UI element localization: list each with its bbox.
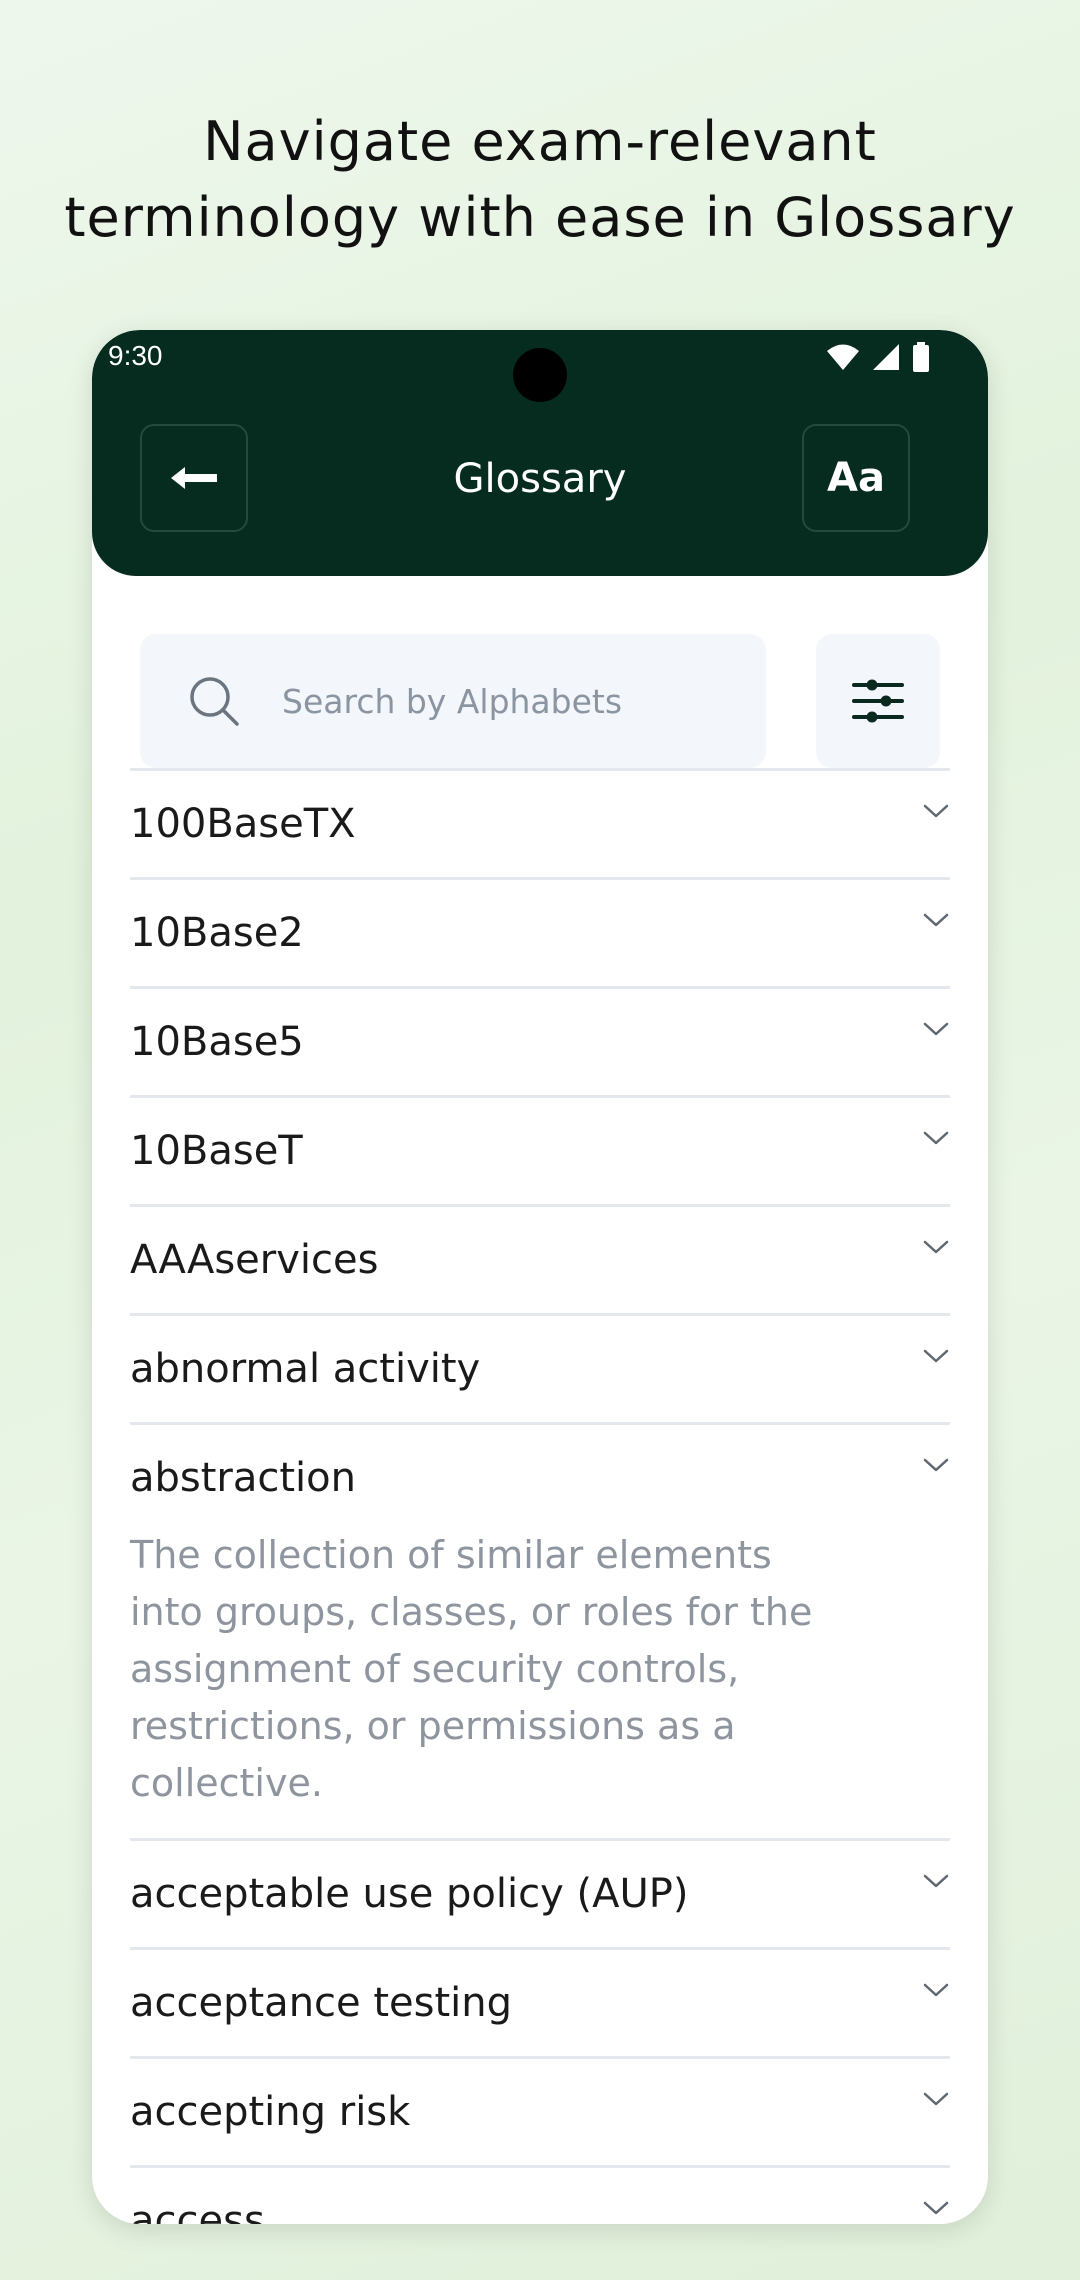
glossary-item-header[interactable]: abstraction [130,1425,950,1531]
chevron-down-icon[interactable] [922,1128,950,1148]
search-icon [190,677,239,726]
camera-cutout [513,348,567,402]
glossary-item-header[interactable]: acceptance testing [130,1950,950,2056]
glossary-definition: The collection of similar elements into … [130,1533,813,1805]
status-time: 9:30 [108,340,163,371]
app-bar: 9:30 Glossary Aa [92,330,988,576]
glossary-item-header[interactable]: 10Base2 [130,880,950,986]
chevron-down-icon[interactable] [922,910,950,930]
glossary-term: acceptable use policy (AUP) [130,1871,689,1917]
glossary-item-header[interactable]: 10Base5 [130,989,950,1095]
font-size-button[interactable]: Aa [802,424,910,532]
glossary-term: acceptance testing [130,1980,513,2026]
glossary-item[interactable]: 10BaseT [130,1098,950,1207]
headline: Navigate exam-relevant terminology with … [0,104,1080,256]
glossary-item[interactable]: abstraction The collection of similar ele… [130,1425,950,1841]
glossary-term: access [130,2198,265,2224]
chevron-down-icon[interactable] [922,1455,950,1475]
glossary-item[interactable]: 10Base2 [130,880,950,989]
headline-line-2: terminology with ease in Glossary [64,186,1016,249]
glossary-item[interactable]: acceptance testing [130,1950,950,2059]
glossary-item-header[interactable]: 10BaseT [130,1098,950,1204]
glossary-term: accepting risk [130,2089,411,2135]
glossary-term: 100BaseTX [130,801,356,847]
chevron-down-icon[interactable] [922,801,950,821]
signal-icon [873,344,899,370]
glossary-item-header[interactable]: 100BaseTX [130,771,950,877]
headline-line-1: Navigate exam-relevant [203,110,877,173]
glossary-item[interactable]: 10Base5 [130,989,950,1098]
glossary-item-header[interactable]: access [130,2168,950,2224]
glossary-term: AAAservices [130,1237,379,1283]
glossary-item[interactable]: acceptable use policy (AUP) [130,1841,950,1950]
glossary-item[interactable]: AAAservices [130,1207,950,1316]
chevron-down-icon[interactable] [922,2089,950,2109]
glossary-item[interactable]: access [130,2168,950,2224]
search-bar[interactable] [140,634,766,768]
search-input[interactable] [280,680,724,722]
glossary-list: 100BaseTX 10Base2 10Base5 10BaseT AAAservice… [130,771,950,2224]
sliders-icon [852,679,904,723]
chevron-down-icon[interactable] [922,1871,950,1891]
chevron-down-icon[interactable] [922,2198,950,2218]
chevron-down-icon[interactable] [922,1980,950,2000]
phone-screen: 9:30 Glossary Aa Search by Alphabets 100… [92,330,988,2224]
glossary-term: 10BaseT [130,1128,303,1174]
glossary-item[interactable]: accepting risk [130,2059,950,2168]
filter-button[interactable] [816,634,940,768]
chevron-down-icon[interactable] [922,1019,950,1039]
glossary-term: 10Base5 [130,1019,304,1065]
glossary-item-header[interactable]: abnormal activity [130,1316,950,1422]
chevron-down-icon[interactable] [922,1346,950,1366]
glossary-item[interactable]: abnormal activity [130,1316,950,1425]
glossary-term: abnormal activity [130,1346,481,1392]
battery-icon [913,342,929,372]
glossary-term: abstraction [130,1455,356,1501]
status-icons [826,342,930,372]
glossary-item[interactable]: 100BaseTX [130,771,950,880]
glossary-item-header[interactable]: AAAservices [130,1207,950,1313]
glossary-term: 10Base2 [130,910,304,956]
wifi-icon [827,344,859,370]
font-size-label: Aa [827,455,885,501]
glossary-item-header[interactable]: accepting risk [130,2059,950,2165]
chevron-down-icon[interactable] [922,1237,950,1257]
glossary-item-header[interactable]: acceptable use policy (AUP) [130,1841,950,1947]
